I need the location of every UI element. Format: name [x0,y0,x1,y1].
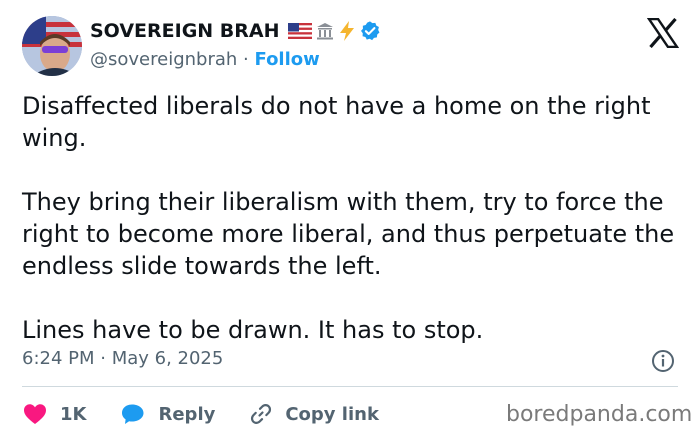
reply-button[interactable]: Reply [120,402,215,426]
tweet-paragraph: Disaffected liberals do not have a home … [22,92,651,152]
heart-icon [24,404,46,424]
follow-button[interactable]: Follow [255,49,320,70]
x-logo-icon[interactable] [647,18,679,48]
like-count: 1K [60,403,87,425]
reply-label: Reply [158,403,216,425]
profile-badges [287,20,381,42]
handle-separator: · [243,49,249,70]
lightning-icon [339,21,354,41]
info-icon[interactable] [651,349,675,373]
divider [22,386,678,387]
avatar[interactable] [22,16,82,76]
display-name[interactable]: SOVEREIGN BRAH [90,20,280,42]
verified-badge-icon [360,21,379,41]
user-name-row: SOVEREIGN BRAH [90,20,381,42]
watermark: boredpanda.com [506,402,693,427]
tweet-paragraph: They bring their liberalism with them, t… [22,188,675,280]
avatar-image [22,16,82,76]
handle-row: @sovereignbrah · Follow [90,49,320,70]
tweet-timestamp[interactable]: 6:24 PM · May 6, 2025 [22,348,223,369]
like-button[interactable]: 1K [22,402,86,426]
link-icon [251,404,272,424]
tweet-text: Disaffected liberals do not have a home … [22,90,682,346]
user-handle[interactable]: @sovereignbrah [90,49,237,70]
copy-link-label: Copy link [285,403,379,425]
speech-bubble-icon [122,404,144,424]
classical-building-icon [316,23,333,40]
copy-link-button[interactable]: Copy link [249,402,379,426]
action-bar: 1K Reply Copy link [22,400,413,428]
tweet-paragraph: Lines have to be drawn. It has to stop. [22,316,484,344]
us-flag-icon [287,23,312,39]
